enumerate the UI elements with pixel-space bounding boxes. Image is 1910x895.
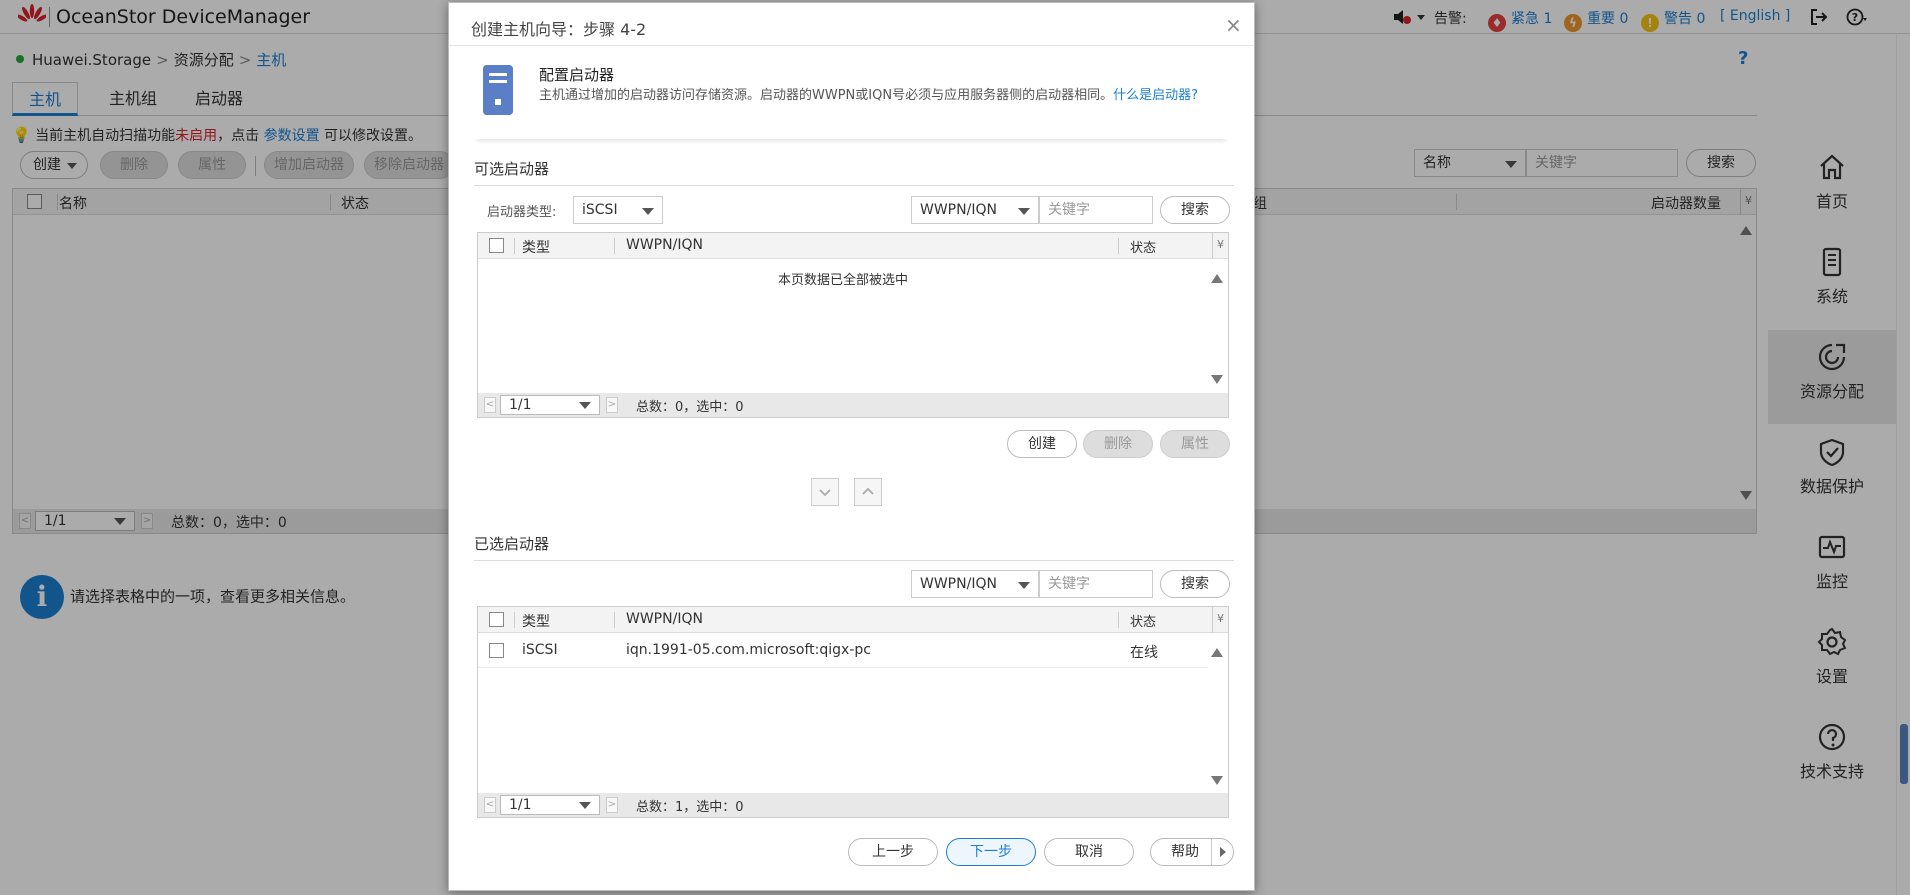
selected-table-summary: 总数：1，选中：0 — [636, 800, 744, 815]
chevron-up-icon — [862, 487, 874, 495]
available-col-status[interactable]: 状态 — [1130, 237, 1156, 256]
initiator-properties-button[interactable]: 属性 — [1160, 430, 1230, 458]
step-description: 主机通过增加的启动器访问存储资源。启动器的WWPN或IQN号必须与应用服务器侧的… — [539, 87, 1219, 105]
column-divider — [1118, 612, 1119, 628]
header-shadow — [474, 131, 1229, 139]
available-search-field-select[interactable]: WWPN/IQN — [911, 196, 1039, 224]
available-col-type[interactable]: 类型 — [522, 237, 550, 257]
column-menu-icon[interactable]: ¥ — [1212, 607, 1228, 633]
column-divider — [514, 238, 515, 254]
row-type: iSCSI — [522, 642, 558, 658]
chevron-down-icon — [579, 802, 591, 809]
initiator-type-value: iSCSI — [582, 202, 618, 218]
scroll-up-icon[interactable] — [1211, 648, 1223, 657]
selected-col-wwpn[interactable]: WWPN/IQN — [626, 611, 703, 627]
chevron-down-icon — [1018, 582, 1030, 589]
delete-initiator-button[interactable]: 删除 — [1083, 430, 1153, 458]
what-is-initiator-link[interactable]: 什么是启动器? — [1113, 88, 1198, 103]
table-row[interactable]: iSCSI iqn.1991-05.com.microsoft:qigx-pc … — [478, 634, 1208, 668]
row-wwpn: iqn.1991-05.com.microsoft:qigx-pc — [626, 642, 871, 658]
scroll-down-icon[interactable] — [1211, 776, 1223, 785]
column-menu-icon[interactable]: ¥ — [1212, 233, 1228, 259]
prev-page-icon[interactable]: < — [484, 797, 496, 813]
selected-search-field-select[interactable]: WWPN/IQN — [911, 570, 1039, 598]
selected-table-header: 类型 WWPN/IQN 状态 ¥ — [478, 607, 1228, 633]
selected-search-button[interactable]: 搜索 — [1160, 570, 1230, 598]
dialog-title: 创建主机向导：步骤 4-2 — [471, 20, 647, 39]
available-search-placeholder: 关键字 — [1048, 202, 1090, 218]
selected-table-pager: < 1/1 > 总数：1，选中：0 — [478, 793, 1228, 817]
add-to-selected-button[interactable] — [811, 478, 839, 506]
chevron-down-icon — [579, 402, 591, 409]
column-divider — [1118, 238, 1119, 254]
initiator-type-label: 启动器类型: — [487, 205, 557, 220]
close-icon[interactable]: × — [1225, 13, 1242, 37]
next-step-button[interactable]: 下一步 — [946, 838, 1036, 866]
row-status: 在线 — [1130, 645, 1158, 661]
create-initiator-button[interactable]: 创建 — [1007, 430, 1077, 458]
available-search-input[interactable]: 关键字 — [1039, 196, 1153, 224]
available-table-summary: 总数：0，选中：0 — [636, 400, 744, 415]
remove-from-selected-button[interactable] — [854, 478, 882, 506]
next-page-icon[interactable]: > — [606, 797, 618, 813]
available-empty-text: 本页数据已全部被选中 — [777, 273, 908, 288]
selected-initiators-section: 已选启动器 — [474, 533, 1234, 561]
prev-page-icon[interactable]: < — [484, 397, 496, 413]
column-divider — [614, 612, 615, 628]
available-page-select[interactable]: 1/1 — [500, 395, 600, 415]
available-table-header: 类型 WWPN/IQN 状态 ¥ — [478, 233, 1228, 259]
row-checkbox[interactable] — [489, 643, 504, 658]
selected-col-type[interactable]: 类型 — [522, 611, 550, 631]
selected-page-value: 1/1 — [509, 797, 532, 813]
column-divider — [514, 612, 515, 628]
cancel-button[interactable]: 取消 — [1044, 838, 1134, 866]
selected-page-select[interactable]: 1/1 — [500, 795, 600, 815]
select-all-available-checkbox[interactable] — [489, 238, 504, 253]
create-host-wizard-dialog: 创建主机向导：步骤 4-2 × 配置启动器 主机通过增加的启动器访问存储资源。启… — [448, 2, 1255, 891]
help-button-label: 帮助 — [1171, 844, 1199, 860]
chevron-down-icon — [642, 208, 654, 215]
available-initiators-section: 可选启动器 — [474, 158, 1234, 186]
previous-step-button[interactable]: 上一步 — [848, 838, 938, 866]
step-name: 配置启动器 — [539, 66, 615, 84]
chevron-right-icon — [1220, 847, 1226, 857]
available-page-value: 1/1 — [509, 397, 532, 413]
available-search-field-value: WWPN/IQN — [920, 202, 997, 218]
title-divider — [449, 45, 1254, 46]
available-table-pager: < 1/1 > 总数：0，选中：0 — [478, 393, 1228, 417]
selected-initiators-table: 类型 WWPN/IQN 状态 ¥ iSCSI iqn.1991-05.com.m… — [477, 606, 1229, 818]
selected-search-placeholder: 关键字 — [1048, 576, 1090, 592]
selected-col-status[interactable]: 状态 — [1130, 611, 1156, 630]
chevron-down-icon — [1018, 208, 1030, 215]
scroll-up-icon[interactable] — [1211, 274, 1223, 283]
available-initiators-table: 类型 WWPN/IQN 状态 ¥ 本页数据已全部被选中 < 1/1 > 总数：0… — [477, 232, 1229, 418]
help-button[interactable]: 帮助 — [1150, 838, 1234, 866]
available-search-button[interactable]: 搜索 — [1160, 196, 1230, 224]
next-page-icon[interactable]: > — [606, 397, 618, 413]
available-col-wwpn[interactable]: WWPN/IQN — [626, 237, 703, 253]
column-divider — [614, 238, 615, 254]
selected-search-input[interactable]: 关键字 — [1039, 570, 1153, 598]
selected-search-field-value: WWPN/IQN — [920, 576, 997, 592]
select-all-selected-checkbox[interactable] — [489, 612, 504, 627]
scroll-down-icon[interactable] — [1211, 375, 1223, 384]
chevron-down-icon — [819, 489, 831, 497]
initiator-type-select[interactable]: iSCSI — [573, 196, 663, 224]
server-icon — [483, 65, 513, 115]
step-description-text: 主机通过增加的启动器访问存储资源。启动器的WWPN或IQN号必须与应用服务器侧的… — [539, 88, 1114, 103]
